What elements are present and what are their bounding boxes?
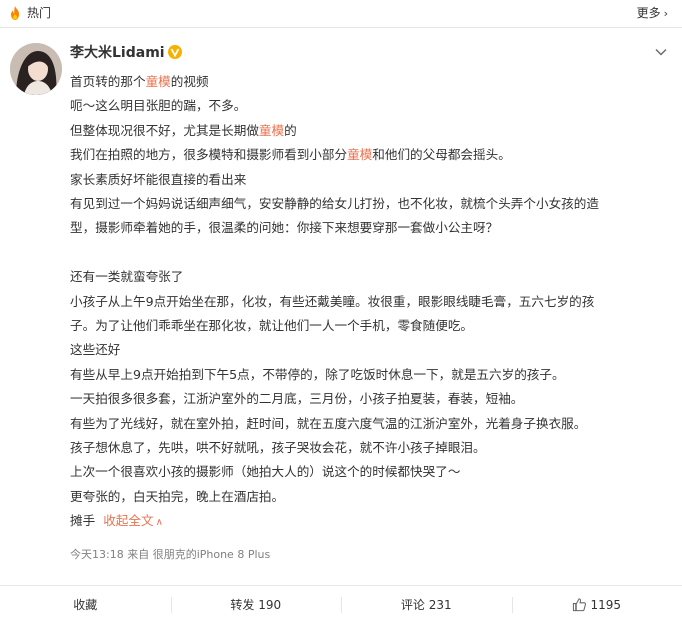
post-text: 和他们的父母都会摇头。 [372, 147, 511, 163]
chevron-right-icon: › [663, 7, 668, 20]
post-line: 但整体现况很不好，尤其是长期做童模的 [70, 119, 660, 143]
post-text: 首页转的那个 [70, 74, 146, 89]
post-text: 摊手 [70, 513, 96, 529]
post-line: 更夸张的，白天拍完，晚上在酒店拍。 [70, 485, 660, 509]
post-text: 有些为了光线好，就在室外拍，赶时间，就在五度六度气温的江浙沪室外，光着身子换衣服… [70, 415, 587, 431]
avatar[interactable] [10, 43, 62, 95]
flame-icon [11, 6, 19, 20]
post-text: 小孩子从上午9点开始坐在那，化妆，有些还戴美瞳。妆很重，眼影眼线睫毛膏，五六七岁… [70, 293, 595, 309]
post-line: 小孩子从上午9点开始坐在那，化妆，有些还戴美瞳。妆很重，眼影眼线睫毛膏，五六七岁… [70, 290, 660, 314]
post-text: 子。为了让他们乖乖坐在那化妆，就让他们一人一个手机，零食随便吃。 [70, 318, 473, 334]
keyword-highlight[interactable]: 童模 [347, 147, 372, 162]
username-text: 李大米Lidami [70, 45, 165, 61]
like-count: 1195 [590, 597, 622, 612]
post-line: 孩子想休息了，先哄，哄不好就吼，孩子哭妆会花，就不许小孩子掉眼泪。 [70, 436, 660, 460]
chevron-down-icon[interactable] [654, 45, 668, 59]
post-content: 首页转的那个童模的视频 呃～这么明目张胆的踹，不多。 但整体现况很不好，尤其是长期做… [70, 70, 660, 536]
repost-button[interactable]: 转发 190 [170, 586, 342, 623]
post-text: 型，摄影师牵着她的手，很温柔的问她：你接下来想要穿那一套做小公主呀？ [70, 220, 499, 236]
repost-label: 转发 190 [230, 598, 282, 612]
comment-label: 评论 231 [400, 598, 452, 612]
post-text: 还有一类就蛮夸张了 [70, 269, 184, 285]
post-line [70, 241, 660, 265]
post-text: 有见到过一个妈妈说话细声细气，安安静静的给女儿打扮，也不化妆，就梳个头弄个小女孩… [70, 196, 599, 212]
section-title: 热门 [27, 6, 52, 20]
post-line: 有见到过一个妈妈说话细声细气，安安静静的给女儿打扮，也不化妆，就梳个头弄个小女孩… [70, 192, 660, 216]
like-button[interactable]: 1195 [511, 586, 682, 623]
post-text: 的 [284, 122, 297, 138]
comment-button[interactable]: 评论 231 [341, 586, 512, 623]
post-line: 摊手 收起全文 ∧ [70, 509, 660, 535]
post-text: 更夸张的，白天拍完，晚上在酒店拍。 [70, 488, 285, 504]
post-line: 这些还好 [70, 338, 660, 362]
post-line: 我们在拍照的地方，很多模特和摄影师看到小部分童模和他们的父母都会摇头。 [70, 143, 660, 167]
avatar-image [10, 43, 62, 95]
post-line: 一天拍很多很多套，江浙沪室外的二月底，三月份，小孩子拍夏装，春装，短袖。 [70, 387, 660, 411]
verified-badge-icon [167, 45, 182, 59]
action-bar: 收藏 转发 190 评论 231 1195 [0, 586, 682, 623]
post-line: 呃～这么明目张胆的踹，不多。 [70, 94, 660, 118]
post-line: 有些为了光线好，就在室外拍，赶时间，就在五度六度气温的江浙沪室外，光着身子换衣服… [70, 412, 660, 436]
thumbs-up-icon [573, 598, 587, 612]
post-line: 型，摄影师牵着她的手，很温柔的问她：你接下来想要穿那一套做小公主呀？ [70, 216, 660, 240]
username[interactable]: 李大米Lidami [70, 44, 182, 62]
top-bar: 热门 更多 › [0, 0, 682, 27]
post-text: 这些还好 [70, 342, 121, 358]
keyword-highlight[interactable]: 童模 [259, 123, 284, 138]
post-text: 但整体现况很不好，尤其是长期做 [70, 122, 259, 138]
post-line: 上次一个很喜欢小孩的摄影师（她拍大人的）说这个的时候都快哭了～ [70, 460, 660, 484]
post-text: 的视频 [170, 74, 209, 89]
post-line: 有些从早上9点开始拍到下午5点，不带停的，除了吃饭时休息一下，就是五六岁的孩子。 [70, 363, 660, 387]
post-text: 家长素质好坏能很直接的看出来 [70, 171, 247, 187]
post-text: 有些从早上9点开始拍到下午5点，不带停的，除了吃饭时休息一下，就是五六岁的孩子。 [70, 366, 565, 382]
post-text: 上次一个很喜欢小孩的摄影师（她拍大人的）说这个的时候都快哭了～ [70, 464, 461, 480]
post-text: 呃～这么明目张胆的踹，不多。 [70, 98, 247, 114]
keyword-highlight[interactable]: 童模 [146, 74, 171, 89]
more-label: 更多 [636, 6, 661, 20]
divider [0, 27, 682, 28]
favorite-button[interactable]: 收藏 [0, 586, 171, 623]
post-text: 我们在拍照的地方，很多模特和摄影师看到小部分 [70, 147, 348, 163]
more-link[interactable]: 更多 › [637, 4, 668, 23]
collapse-label: 收起全文 [103, 513, 154, 529]
favorite-label: 收藏 [73, 598, 98, 612]
post-text: 孩子想休息了，先哄，哄不好就吼，孩子哭妆会花，就不许小孩子掉眼泪。 [70, 440, 486, 456]
collapse-link[interactable]: 收起全文 ∧ [103, 513, 163, 528]
post-meta: 今天13:18 来自 很朋克的iPhone 8 Plus [70, 548, 271, 561]
chevron-up-icon: ∧ [155, 517, 163, 529]
post-line: 子。为了让他们乖乖坐在那化妆，就让他们一人一个手机，零食随便吃。 [70, 314, 660, 338]
post-line: 家长素质好坏能很直接的看出来 [70, 168, 660, 192]
post-text: 一天拍很多很多套，江浙沪室外的二月底，三月份，小孩子拍夏装，春装，短袖。 [70, 391, 524, 407]
post-line: 还有一类就蛮夸张了 [70, 265, 660, 289]
post-line: 首页转的那个童模的视频 [70, 70, 660, 94]
